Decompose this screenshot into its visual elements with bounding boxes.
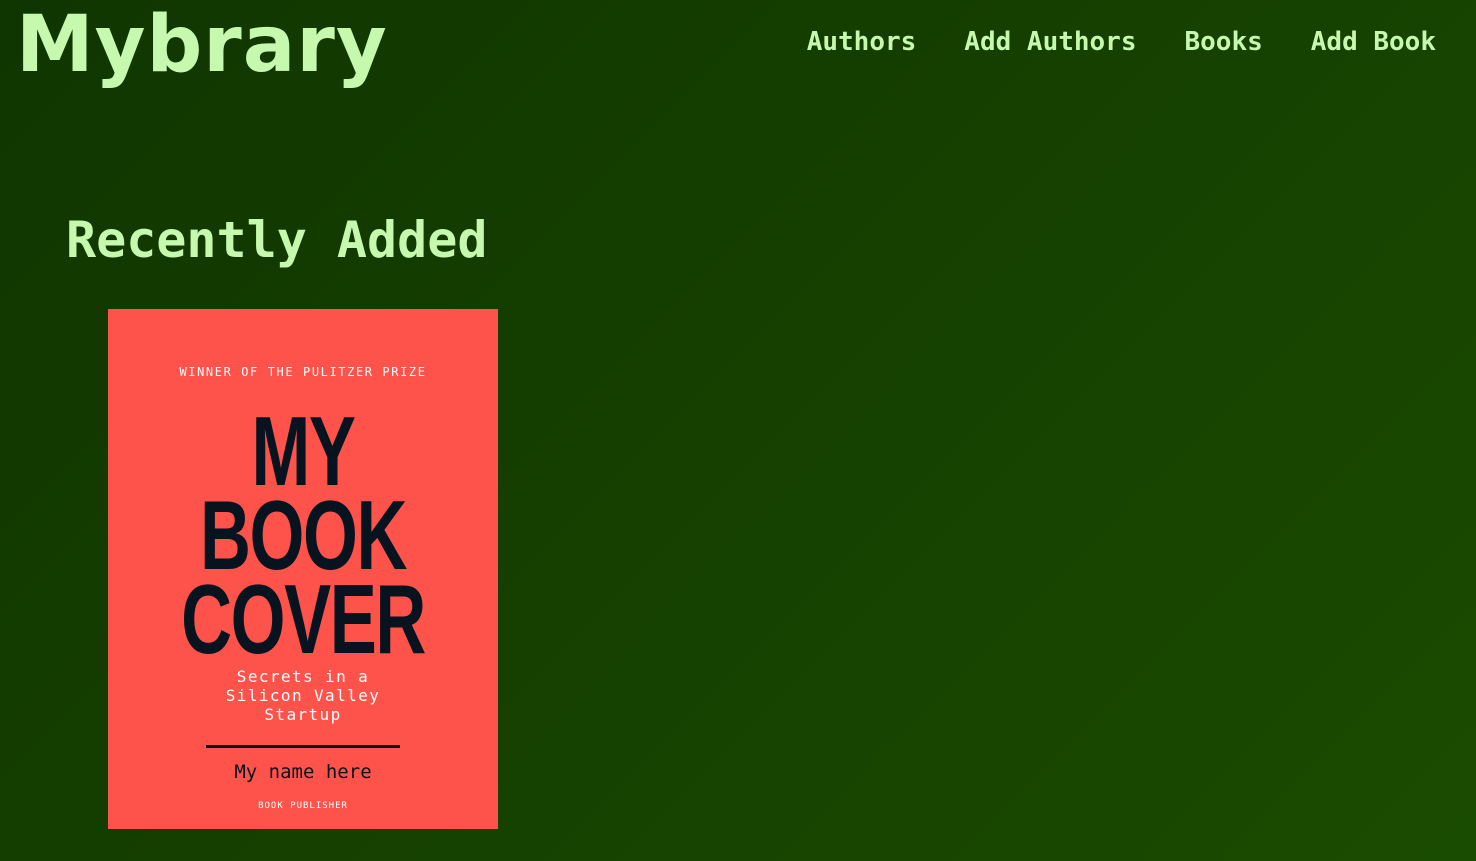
cover-subtitle-wrap: Secrets in a Silicon Valley Startup xyxy=(108,667,498,724)
nav-link-books[interactable]: Books xyxy=(1184,24,1262,60)
site-header: Mybrary Authors Add Authors Books Add Bo… xyxy=(0,0,1476,100)
cover-award-text: WINNER OF THE PULITZER PRIZE xyxy=(179,365,427,379)
cover-publisher: BOOK PUBLISHER xyxy=(258,801,348,811)
book-cover-card[interactable]: WINNER OF THE PULITZER PRIZE MY BOOK COV… xyxy=(108,309,498,829)
nav-link-authors[interactable]: Authors xyxy=(807,24,917,60)
cover-subtitle: Secrets in a Silicon Valley Startup xyxy=(225,667,381,724)
section-title-recently-added: Recently Added xyxy=(66,211,488,269)
nav-link-add-authors[interactable]: Add Authors xyxy=(964,24,1136,60)
cover-title-line: COVER xyxy=(181,564,426,674)
cover-divider xyxy=(206,745,400,748)
nav-link-add-book[interactable]: Add Book xyxy=(1311,24,1436,60)
cover-author: My name here xyxy=(234,761,372,783)
cover-title: MY BOOK COVER xyxy=(108,402,498,674)
main-nav: Authors Add Authors Books Add Book xyxy=(807,24,1436,60)
site-logo[interactable]: Mybrary xyxy=(16,0,388,90)
